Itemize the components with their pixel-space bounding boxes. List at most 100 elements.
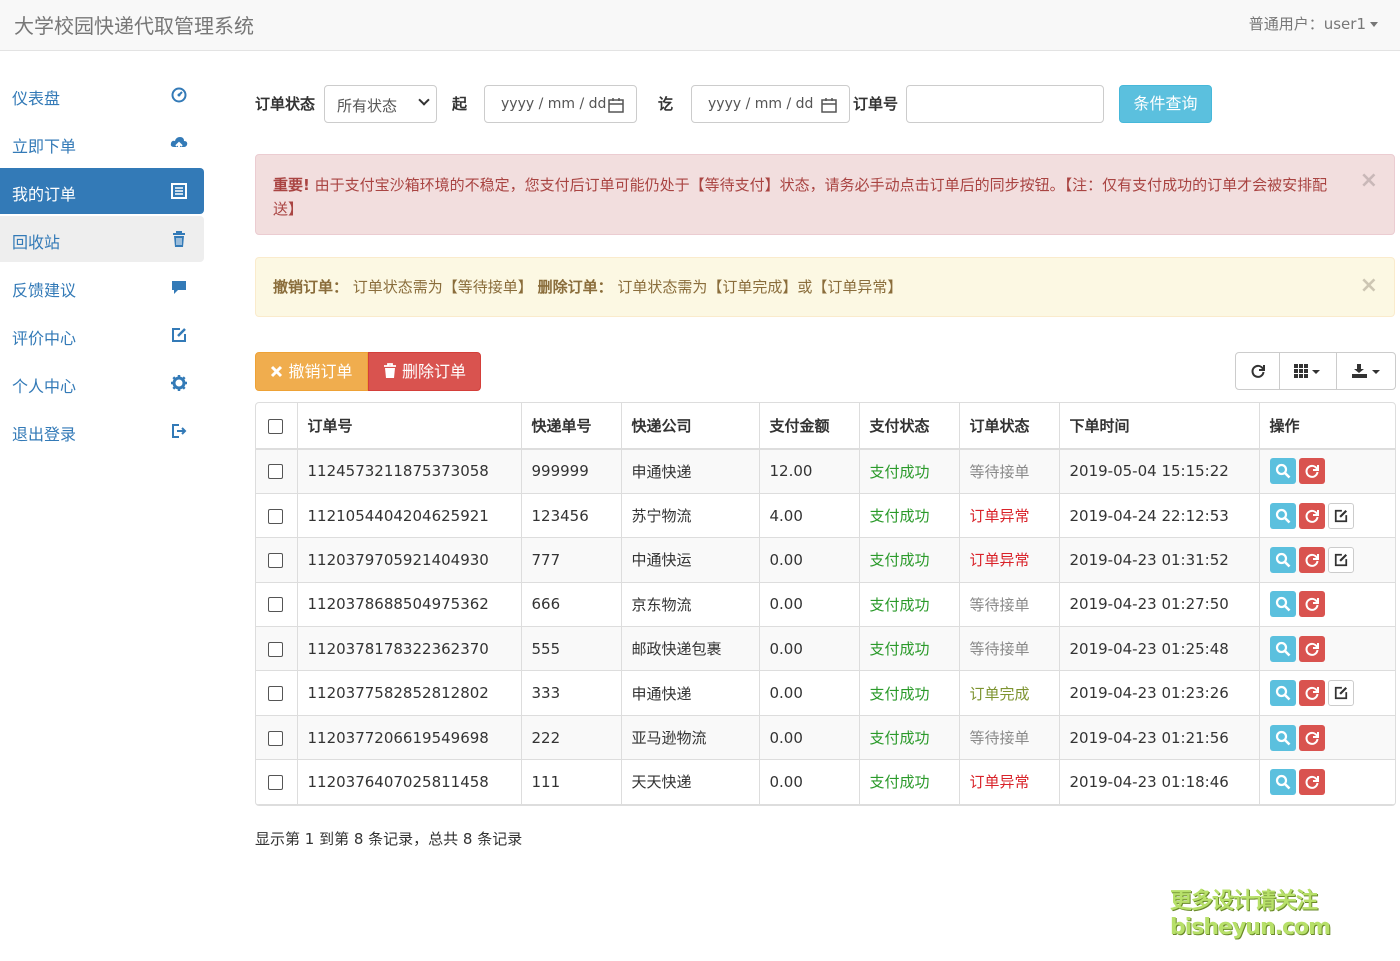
sidebar-item-recycle-bin[interactable]: 回收站: [0, 216, 204, 262]
select-all-checkbox[interactable]: [268, 418, 283, 434]
table-row[interactable]: 1120378178322362370 555 邮政快递包裹 0.00 支付成功 等待接单…: [256, 626, 1395, 672]
row-checkbox[interactable]: [268, 464, 283, 480]
dashboard-icon: [171, 87, 187, 103]
view-order-button[interactable]: [1269, 635, 1296, 662]
sidebar-item-my-orders[interactable]: 我的订单: [0, 168, 204, 214]
amount-cell: 0.00: [758, 537, 860, 583]
row-checkbox[interactable]: [268, 686, 283, 702]
alert-strong-text: 删除订单：: [537, 278, 613, 296]
refresh-button[interactable]: [1236, 353, 1280, 389]
sidebar-item-new-order[interactable]: 立即下单: [0, 120, 204, 166]
row-checkbox[interactable]: [268, 641, 283, 657]
table-row[interactable]: 1124573211875373058 999999 申通快递 12.00 支付成功 等待…: [256, 448, 1395, 494]
order-status-cell: 等待接单: [958, 714, 1060, 761]
column-header[interactable]: 订单状态: [958, 403, 1060, 450]
columns-toggle-button[interactable]: [1280, 353, 1337, 389]
column-header[interactable]: 快递公司: [620, 403, 760, 450]
export-button[interactable]: [1337, 353, 1395, 389]
view-order-button[interactable]: [1269, 680, 1296, 707]
sync-payment-button[interactable]: [1298, 635, 1325, 662]
sync-payment-button[interactable]: [1298, 768, 1325, 795]
row-checkbox[interactable]: [268, 552, 283, 568]
actions-cell: [1258, 714, 1395, 761]
close-icon[interactable]: ×: [1360, 169, 1378, 193]
cancel-order-button[interactable]: 撤销订单: [255, 352, 368, 391]
table-row[interactable]: 1121054404204625921 123456 苏宁物流 4.00 支付成功 订单异…: [256, 492, 1395, 539]
table-row[interactable]: 1120376407025811458 111 天天快递 0.00 支付成功 订单异常 20…: [256, 759, 1395, 805]
amount-cell: 0.00: [758, 626, 860, 672]
sidebar-item-label: 立即下单: [12, 137, 77, 156]
app-title[interactable]: 大学校园快递代取管理系统: [14, 10, 254, 39]
close-icon[interactable]: ×: [1360, 275, 1378, 297]
refresh-icon: [1305, 687, 1319, 700]
status-select[interactable]: 所有状态: [324, 85, 437, 123]
sync-payment-button[interactable]: [1298, 591, 1325, 618]
sync-payment-button[interactable]: [1298, 458, 1325, 485]
view-order-button[interactable]: [1269, 768, 1296, 795]
actions-cell: [1258, 626, 1395, 672]
pay-status-cell: 支付成功: [858, 581, 960, 628]
sidebar-item-feedback[interactable]: 反馈建议: [0, 264, 204, 310]
cog-icon: [171, 375, 187, 391]
pay-status-cell: 支付成功: [858, 759, 960, 805]
sync-payment-button[interactable]: [1298, 680, 1325, 707]
review-order-button[interactable]: [1327, 502, 1354, 529]
column-header[interactable]: 订单号: [296, 403, 522, 450]
caret-down-icon: [1370, 22, 1378, 27]
order-time-cell: 2019-05-04 15:15:22: [1058, 448, 1260, 494]
column-header[interactable]: 快递单号: [520, 403, 622, 450]
tracking-no-cell: 222: [520, 714, 622, 761]
column-header[interactable]: 支付金额: [758, 403, 860, 450]
order-no-input[interactable]: [906, 85, 1104, 123]
column-header[interactable]: 下单时间: [1058, 403, 1260, 450]
row-checkbox[interactable]: [268, 774, 283, 790]
edit-icon: [1334, 553, 1347, 567]
order-status-cell: 等待接单: [958, 626, 1060, 672]
sidebar-item-dashboard[interactable]: 仪表盘: [0, 72, 204, 118]
amount-cell: 0.00: [758, 581, 860, 628]
courier-company-cell: 中通快运: [620, 537, 760, 583]
sync-payment-button[interactable]: [1298, 724, 1325, 751]
date-from-input[interactable]: yyyy / mm / dd: [484, 85, 637, 123]
row-checkbox[interactable]: [268, 597, 283, 613]
order-no-cell: 1120378688504975362: [296, 581, 522, 628]
search-button[interactable]: 条件查询: [1119, 85, 1212, 123]
date-to-label: 讫: [658, 95, 674, 113]
user-menu-dropdown[interactable]: 普通用户：user1: [1249, 13, 1378, 34]
column-header[interactable]: 支付状态: [858, 403, 960, 450]
review-order-button[interactable]: [1327, 546, 1354, 573]
tracking-no-cell: 111: [520, 759, 622, 805]
view-order-button[interactable]: [1269, 546, 1296, 573]
order-no-cell: 1120377582852812802: [296, 670, 522, 716]
search-icon: [1275, 597, 1290, 612]
refresh-icon: [1251, 364, 1265, 378]
sidebar-item-logout[interactable]: 退出登录: [0, 408, 204, 454]
search-icon: [1275, 774, 1290, 790]
table-row[interactable]: 1120379705921404930 777 中通快运 0.00 支付成功 订单异常 20…: [256, 537, 1395, 583]
sync-payment-button[interactable]: [1298, 546, 1325, 573]
order-no-cell: 1124573211875373058: [296, 448, 522, 494]
review-order-button[interactable]: [1327, 680, 1354, 707]
view-order-button[interactable]: [1269, 724, 1296, 751]
pay-status-cell: 支付成功: [858, 626, 960, 672]
row-checkbox[interactable]: [268, 730, 283, 746]
sidebar-item-profile[interactable]: 个人中心: [0, 360, 204, 406]
sync-payment-button[interactable]: [1298, 502, 1325, 529]
table-row[interactable]: 1120377582852812802 333 申通快递 0.00 支付成功 订单完成 20…: [256, 670, 1395, 716]
view-order-button[interactable]: [1269, 502, 1296, 529]
row-checkbox[interactable]: [268, 508, 283, 524]
view-order-button[interactable]: [1269, 591, 1296, 618]
delete-order-button[interactable]: 删除订单: [368, 352, 481, 391]
date-to-input[interactable]: yyyy / mm / dd: [691, 85, 850, 123]
pay-status-cell: 支付成功: [858, 448, 960, 494]
top-navbar: 大学校园快递代取管理系统 普通用户：user1: [0, 0, 1400, 51]
table-row[interactable]: 1120378688504975362 666 京东物流 0.00 支付成功 等待接单 20…: [256, 581, 1395, 628]
courier-company-cell: 亚马逊物流: [620, 714, 760, 761]
order-no-label: 订单号: [853, 95, 899, 113]
amount-cell: 12.00: [758, 448, 860, 494]
view-order-button[interactable]: [1269, 458, 1296, 485]
sidebar-item-reviews[interactable]: 评价中心: [0, 312, 204, 358]
chevron-down-icon: [418, 94, 430, 106]
refresh-icon: [1305, 775, 1319, 789]
table-row[interactable]: 1120377206619549698 222 亚马逊物流 0.00 支付成功 等待接单 2…: [256, 714, 1395, 761]
